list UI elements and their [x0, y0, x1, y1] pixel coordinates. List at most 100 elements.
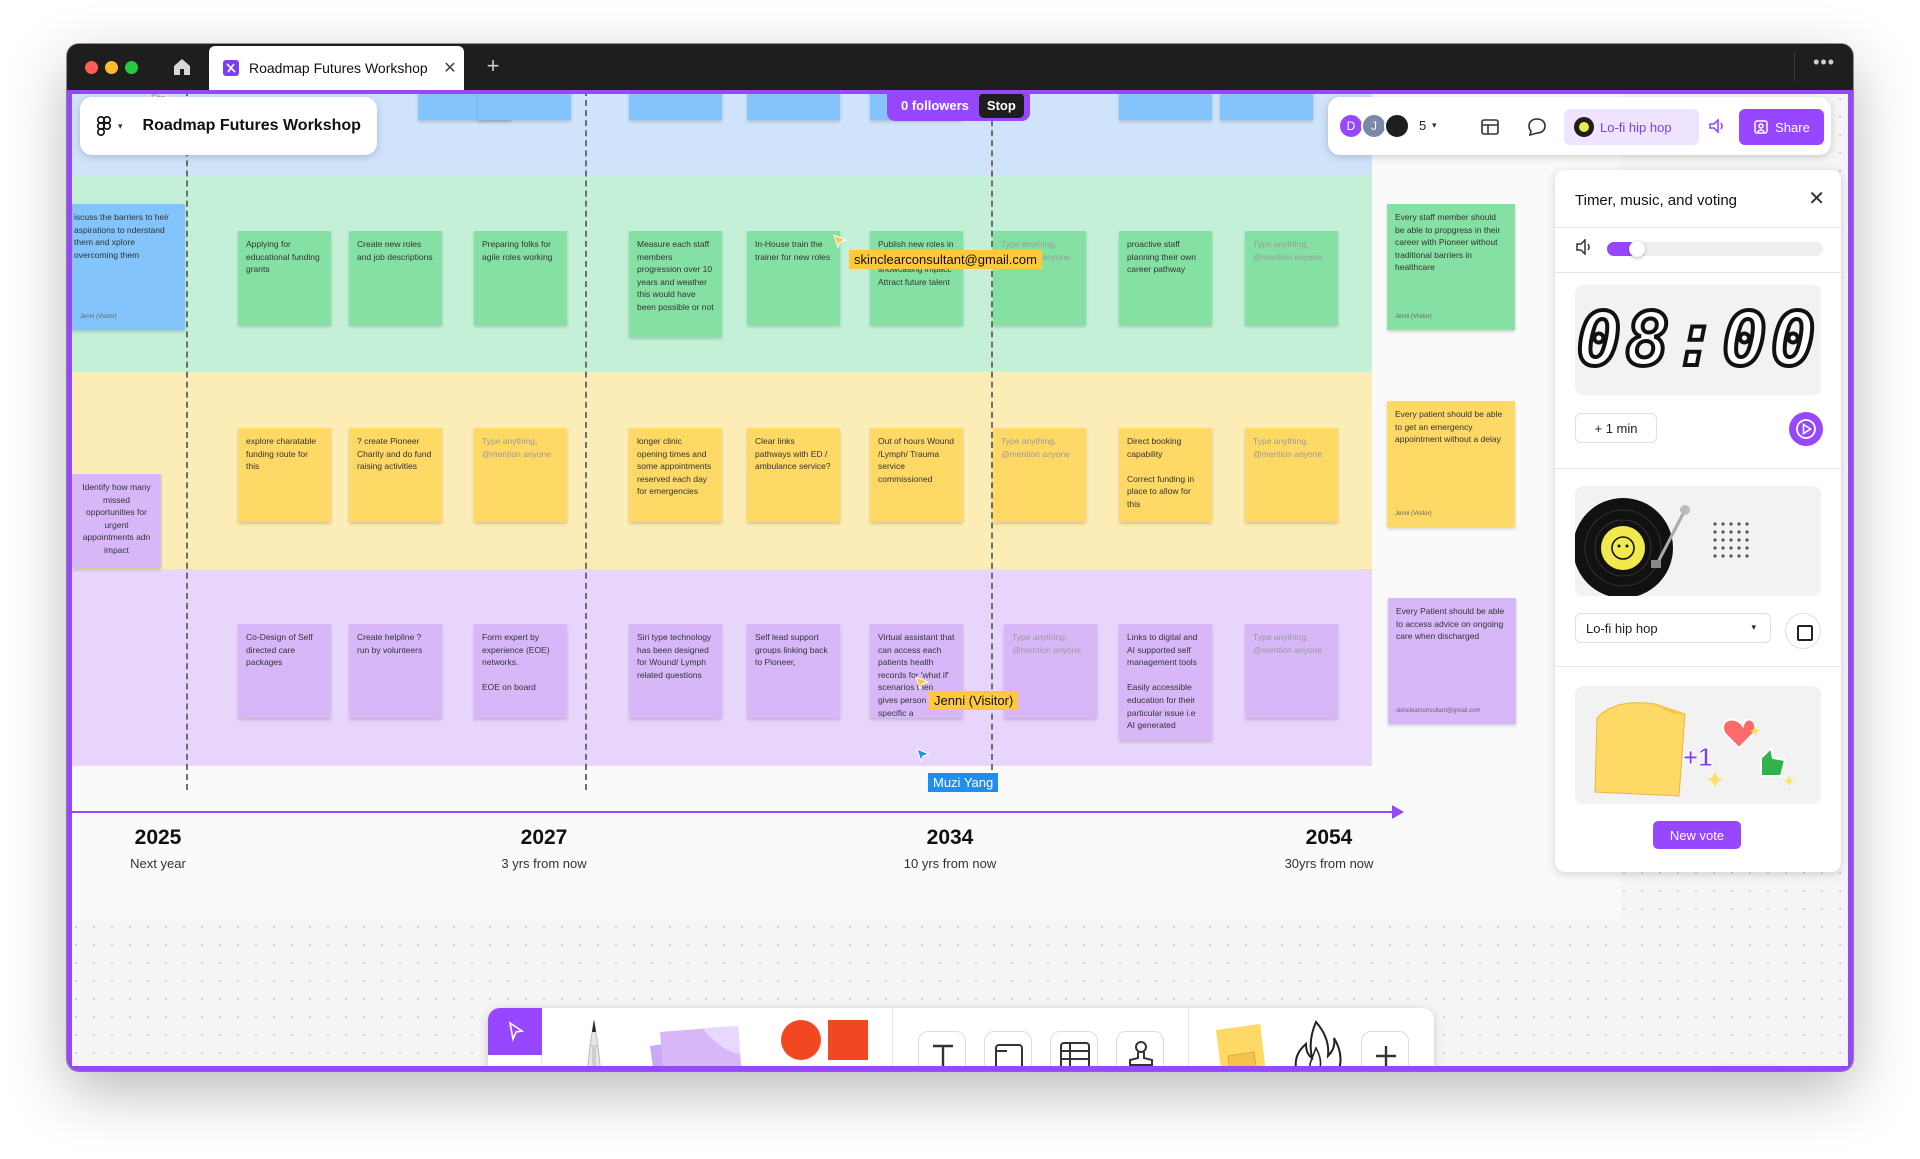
music-chip-label: Lo-fi hip hop — [1600, 119, 1672, 135]
sticky-note[interactable]: iscuss the barriers to heir aspirations … — [72, 204, 185, 330]
share-icon — [1754, 120, 1768, 134]
sticky-placeholder: Type anything, @mention anyone — [1253, 239, 1323, 262]
sticky-note[interactable]: longer clinic opening times and some app… — [629, 428, 722, 522]
sticky-note[interactable]: Links to digital and AI supported self m… — [1119, 624, 1212, 740]
text-icon — [933, 1044, 953, 1067]
cursor-pointer-icon — [915, 676, 929, 690]
sticky-note[interactable] — [1119, 90, 1212, 120]
sticky-note[interactable]: proactive staff planning their own caree… — [1119, 231, 1212, 325]
sticky-note[interactable]: Direct booking capability Correct fundin… — [1119, 428, 1212, 522]
panel-divider — [1555, 227, 1841, 228]
close-window-button[interactable] — [85, 61, 98, 74]
outcome-sticky[interactable]: Every staff member should be able to pro… — [1387, 204, 1515, 330]
sticky-note[interactable]: Type anything, @mention anyone — [1245, 231, 1338, 325]
sticky-note[interactable]: Create helpline ? run by volunteers — [349, 624, 442, 718]
stop-music-button[interactable] — [1785, 613, 1821, 649]
sticky-note[interactable]: Type anything, @mention anyone — [1245, 428, 1338, 522]
sticky-note[interactable]: Form expert by experience (EOE) networks… — [474, 624, 567, 718]
sticky-note[interactable]: Type anything, @mention anyone — [993, 231, 1086, 325]
stamp-tool[interactable] — [1116, 1031, 1164, 1071]
sticky-note[interactable]: Siri type technology has been designed f… — [629, 624, 722, 718]
sticky-note[interactable]: explore charatable funding route for thi… — [238, 428, 331, 522]
sticky-note[interactable]: In-House train the trainer for new roles — [747, 231, 840, 325]
year-caption: 30yrs from now — [1284, 856, 1374, 871]
layout-icon[interactable] — [1479, 116, 1501, 138]
sticky-note[interactable]: Self lead support groups linking back to… — [747, 624, 840, 718]
volume-slider[interactable] — [1607, 241, 1823, 257]
stop-following-button[interactable]: Stop — [978, 93, 1024, 118]
text-tool[interactable] — [918, 1031, 966, 1071]
shapes-tool[interactable] — [773, 1018, 873, 1071]
avatar[interactable] — [1384, 113, 1410, 139]
share-button[interactable]: Share — [1739, 109, 1824, 145]
sticky-note[interactable]: ? create Pioneer Charity and do fund rai… — [349, 428, 442, 522]
close-icon[interactable]: ✕ — [1808, 186, 1825, 211]
sticky-text: iscuss the barriers to heir aspirations … — [74, 212, 169, 260]
file-tab[interactable]: Roadmap Futures Workshop ✕ — [209, 46, 464, 90]
speaker-icon[interactable] — [1706, 115, 1728, 137]
canvas[interactable]: Flip iscuss the barriers to heir aspirat… — [67, 90, 1853, 1071]
music-chip[interactable]: Lo-fi hip hop — [1564, 109, 1699, 145]
sticky-note[interactable] — [478, 90, 571, 120]
chevron-down-icon[interactable]: ▾ — [118, 121, 123, 132]
sticky-note[interactable] — [747, 90, 840, 120]
sticky-note[interactable]: Co-Design of Self directed care packages — [238, 624, 331, 718]
sticky-note[interactable]: Type anything, @mention anyone — [993, 428, 1086, 522]
figjam-file-icon — [223, 60, 239, 76]
sticky-note[interactable]: Out of hours Wound /Lymph/ Trauma servic… — [870, 428, 963, 522]
sticky-text: ? create Pioneer Charity and do fund rai… — [357, 436, 432, 472]
outcome-sticky[interactable]: Every patient should be able to get an e… — [1387, 401, 1515, 527]
sticky-note[interactable]: Create new roles and job descriptions — [349, 231, 442, 325]
table-tool[interactable] — [1050, 1031, 1098, 1071]
title-bar: Roadmap Futures Workshop ✕ + ••• — [67, 44, 1853, 90]
section-tool[interactable] — [984, 1031, 1032, 1071]
collaborator-count[interactable]: 5 — [1419, 118, 1426, 133]
add-minute-button[interactable]: + 1 min — [1575, 413, 1657, 443]
fire-stickers-icon[interactable] — [1288, 1018, 1344, 1071]
comment-icon[interactable] — [1526, 116, 1548, 138]
minimize-window-button[interactable] — [105, 61, 118, 74]
hand-tool[interactable] — [488, 1055, 542, 1071]
play-timer-button[interactable] — [1789, 412, 1823, 446]
file-menu[interactable]: ▾ Roadmap Futures Workshop — [80, 97, 377, 155]
track-select[interactable]: Lo-fi hip hop ▾ — [1575, 613, 1771, 643]
cursor-arrow-icon — [508, 1021, 525, 1042]
sticky-note[interactable]: Identify how many missed opportunities f… — [72, 474, 161, 568]
home-icon[interactable] — [171, 56, 193, 78]
chevron-down-icon[interactable]: ▾ — [1432, 120, 1437, 131]
avatar-initial: J — [1371, 119, 1377, 133]
titlebar-divider — [1794, 52, 1795, 82]
sticky-note[interactable]: Measure each staff members progression o… — [629, 231, 722, 337]
sticky-note[interactable]: Type anything, @mention anyone — [474, 428, 567, 522]
sticky-note-tool[interactable] — [642, 1018, 752, 1071]
sticky-note[interactable]: Applying for educational funding grants — [238, 231, 331, 325]
cursor-tool[interactable] — [488, 1008, 542, 1055]
new-vote-button[interactable]: New vote — [1653, 821, 1741, 849]
sticky-placeholder: Type anything, @mention anyone — [1253, 632, 1323, 655]
panel-title: Timer, music, and voting — [1575, 192, 1738, 209]
volume-knob[interactable] — [1628, 241, 1645, 257]
maximize-window-button[interactable] — [125, 61, 138, 74]
close-tab-icon[interactable]: ✕ — [436, 58, 464, 78]
volume-icon[interactable] — [1575, 239, 1593, 255]
more-tools-button[interactable] — [1361, 1031, 1409, 1071]
widgets-tool[interactable] — [1208, 1020, 1272, 1071]
outcome-sticky[interactable]: Every Patient should be able to access a… — [1388, 598, 1516, 724]
pen-tool[interactable] — [566, 1018, 622, 1071]
more-options-icon[interactable]: ••• — [1813, 52, 1835, 73]
help-button[interactable]: ? — [1794, 1067, 1830, 1071]
year-number: 2025 — [134, 826, 182, 849]
sticky-note[interactable]: Preparing folks for agile roles working — [474, 231, 567, 325]
new-tab-button[interactable]: + — [480, 53, 506, 79]
divider-line — [585, 90, 587, 790]
sticky-note[interactable]: Publish new roles in academic papers sho… — [870, 231, 963, 325]
plus-icon — [1376, 1046, 1396, 1066]
sticky-note[interactable]: Type anything, @mention anyone — [1245, 624, 1338, 718]
vinyl-record-icon — [1575, 498, 1690, 596]
sticky-note[interactable] — [1220, 90, 1313, 120]
avatar-initial: D — [1346, 119, 1356, 133]
sticky-text: Applying for educational funding grants — [246, 239, 320, 275]
sticky-note[interactable]: Clear links pathways with ED / ambulance… — [747, 428, 840, 522]
sticky-note[interactable] — [629, 90, 722, 120]
tab-title: Roadmap Futures Workshop — [249, 60, 428, 76]
